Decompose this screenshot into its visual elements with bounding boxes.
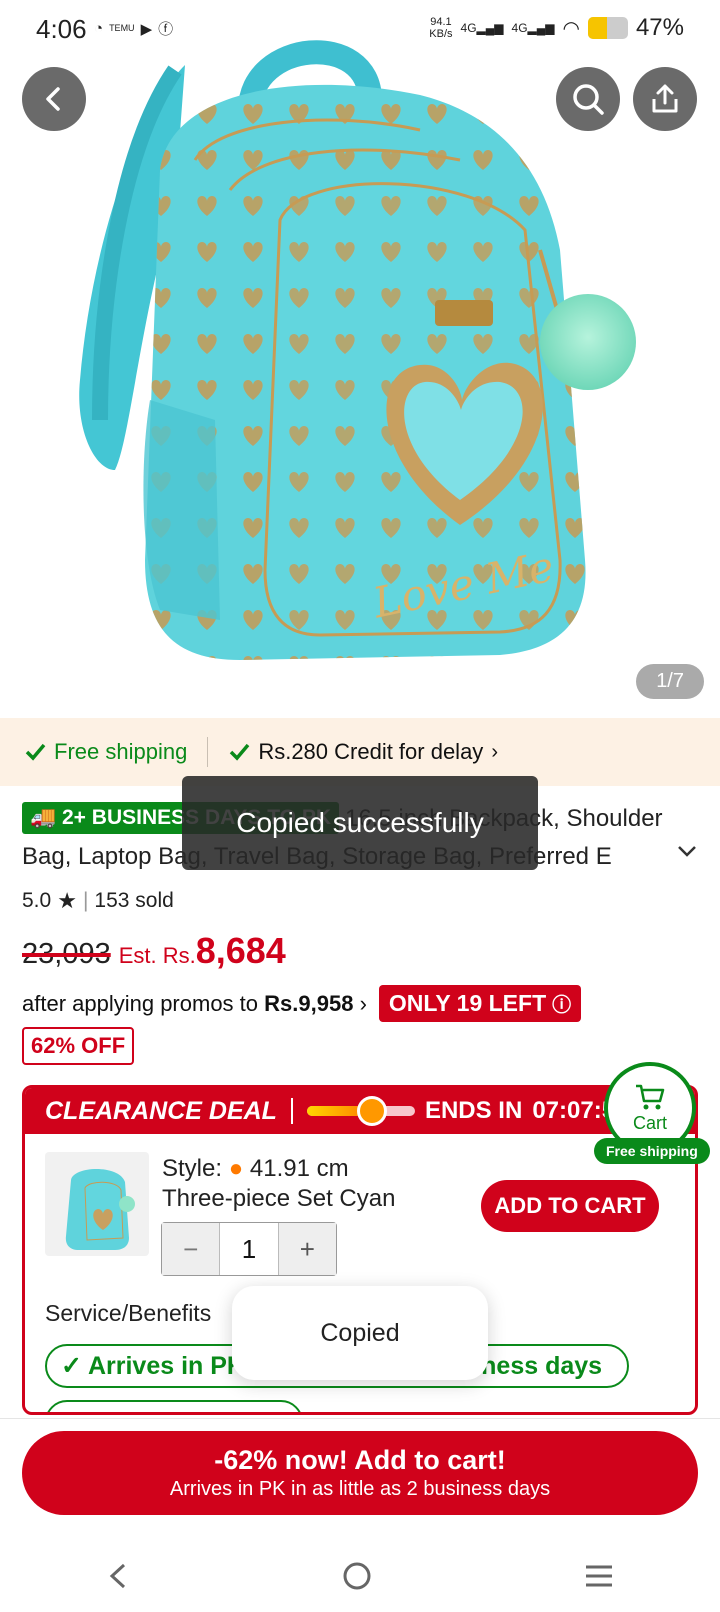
divider [290,1098,293,1124]
services-label: Service/Benefits [45,1300,212,1326]
clearance-header: CLEARANCE DEAL ENDS IN 07:07:5 [25,1088,695,1134]
credit-label: Rs.280 Credit for delay [258,739,484,764]
sold-count: 153 sold [94,889,174,912]
star-icon: ★ [57,888,77,913]
original-price: 23,093 [22,938,111,970]
quantity-increase-button[interactable]: + [277,1223,336,1275]
add-to-cart-cta-button[interactable]: -62% now! Add to cart! Arrives in PK in … [22,1431,698,1515]
search-button[interactable] [556,67,620,131]
est-label: Est. Rs. [118,943,196,968]
cta-title: -62% now! Add to cart! [214,1445,506,1475]
signal-label-2: 4G [511,21,528,35]
rating-value: 5.0 [22,889,52,912]
nav-home-icon[interactable] [342,1561,372,1591]
sale-price: 8,684 [195,930,286,971]
whatsapp-icon: ◔ [94,20,104,37]
style-size: 41.91 cm [249,1155,349,1182]
quantity-value[interactable]: 1 [220,1223,277,1275]
check-icon: ✓ [61,1352,82,1380]
add-to-cart-button[interactable]: ADD TO CART [481,1180,659,1232]
back-button[interactable] [22,67,86,131]
quantity-decrease-button[interactable]: − [162,1223,221,1275]
youtube-icon: ▶ [140,20,153,38]
variant-info: Style: ● 41.91 cm Three-piece Set Cyan [162,1154,395,1214]
divider [207,737,209,767]
notification-icons: ◔ TEMU ▶ ⓕ [94,18,173,39]
net-speed-value: 94.1 [430,16,452,28]
clearance-progress [306,1096,415,1126]
battery-icon [587,17,628,39]
signal-icon-2: 4G▂▄▆ [511,21,555,35]
wifi-icon: ◠ [562,17,580,40]
system-nav-bar [0,1551,720,1601]
stock-badge: ONLY 19 LEFT ⓘ [378,985,582,1022]
discount-badge: 62% OFF [22,1027,135,1065]
bottom-action-bar: -62% now! Add to cart! Arrives in PK in … [0,1418,720,1612]
clearance-label: CLEARANCE DEAL [45,1096,277,1125]
nav-back-icon[interactable] [106,1561,130,1591]
rating-row[interactable]: 5.0 ★ | 153 sold [22,888,174,914]
credit-for-delay-link[interactable]: Rs.280 Credit for delay › [228,739,498,765]
battery-percent: 47% [635,14,684,41]
battery-fill [587,17,607,39]
promo-prefix: after applying promos to [22,990,259,1016]
check-icon [25,743,46,761]
divider: | [82,889,89,912]
quantity-stepper[interactable]: − 1 + [161,1222,337,1276]
style-label: Style: [162,1155,223,1182]
promo-price: Rs.9,958 [264,990,354,1016]
style-variant: Three-piece Set Cyan [162,1185,396,1212]
free-shipping-info: Free shipping [24,739,187,765]
copied-toast: Copied successfully [182,776,538,870]
chevron-right-icon: › [491,740,498,763]
countdown-timer: 07:07:5 [532,1097,616,1124]
ends-in-label: ENDS IN [424,1097,523,1124]
fire-icon: ● [228,1155,244,1182]
cta-subtitle: Arrives in PK in as little as 2 business… [169,1478,551,1500]
image-counter: 1/7 [636,664,704,699]
share-icon [652,84,678,113]
price-row: 23,093 Est. Rs. 8,684 [22,930,286,972]
chevron-down-icon[interactable] [676,844,698,858]
signal-icon: 4G▂▄▆ [460,21,504,35]
cart-free-shipping-badge: Free shipping [594,1138,710,1164]
promo-text: after applying promos to Rs.9,958 › [22,990,367,1016]
product-image-gallery[interactable]: Love Me 1/7 [0,0,720,700]
temu-notification-icon: TEMU [109,23,135,33]
benefit-badge [45,1400,303,1412]
backpack-thumbnail-image [65,1169,135,1250]
check-icon [230,743,250,761]
status-bar: 4:06 ◔ TEMU ▶ ⓕ 94.1 KB/s 4G▂▄▆ 4G▂▄▆ ◠ … [0,0,720,60]
timer-icon [356,1096,387,1126]
copied-popup: Copied [232,1286,488,1380]
promo-row[interactable]: after applying promos to Rs.9,958 › ONLY… [22,985,582,1022]
nav-menu-icon[interactable] [584,1563,614,1589]
style-row: Style: ● 41.91 cm [162,1154,395,1184]
cart-icon [636,1084,665,1109]
status-time: 4:06 [36,14,87,44]
help-icon: ⓘ [552,995,572,1016]
truck-icon: 🚚 [30,806,57,829]
signal-label-1: 4G [460,21,477,35]
stock-badge-label: ONLY 19 LEFT [388,990,547,1016]
share-button[interactable] [633,67,697,131]
variant-thumbnail[interactable] [45,1152,149,1256]
free-shipping-label: Free shipping [54,739,188,764]
facebook-icon: ⓕ [158,21,174,38]
net-speed-unit: KB/s [429,28,453,40]
cart-label: Cart [632,1112,667,1133]
network-speed: 94.1 KB/s [429,16,452,40]
chevron-left-icon [46,87,60,111]
search-icon [573,84,604,115]
